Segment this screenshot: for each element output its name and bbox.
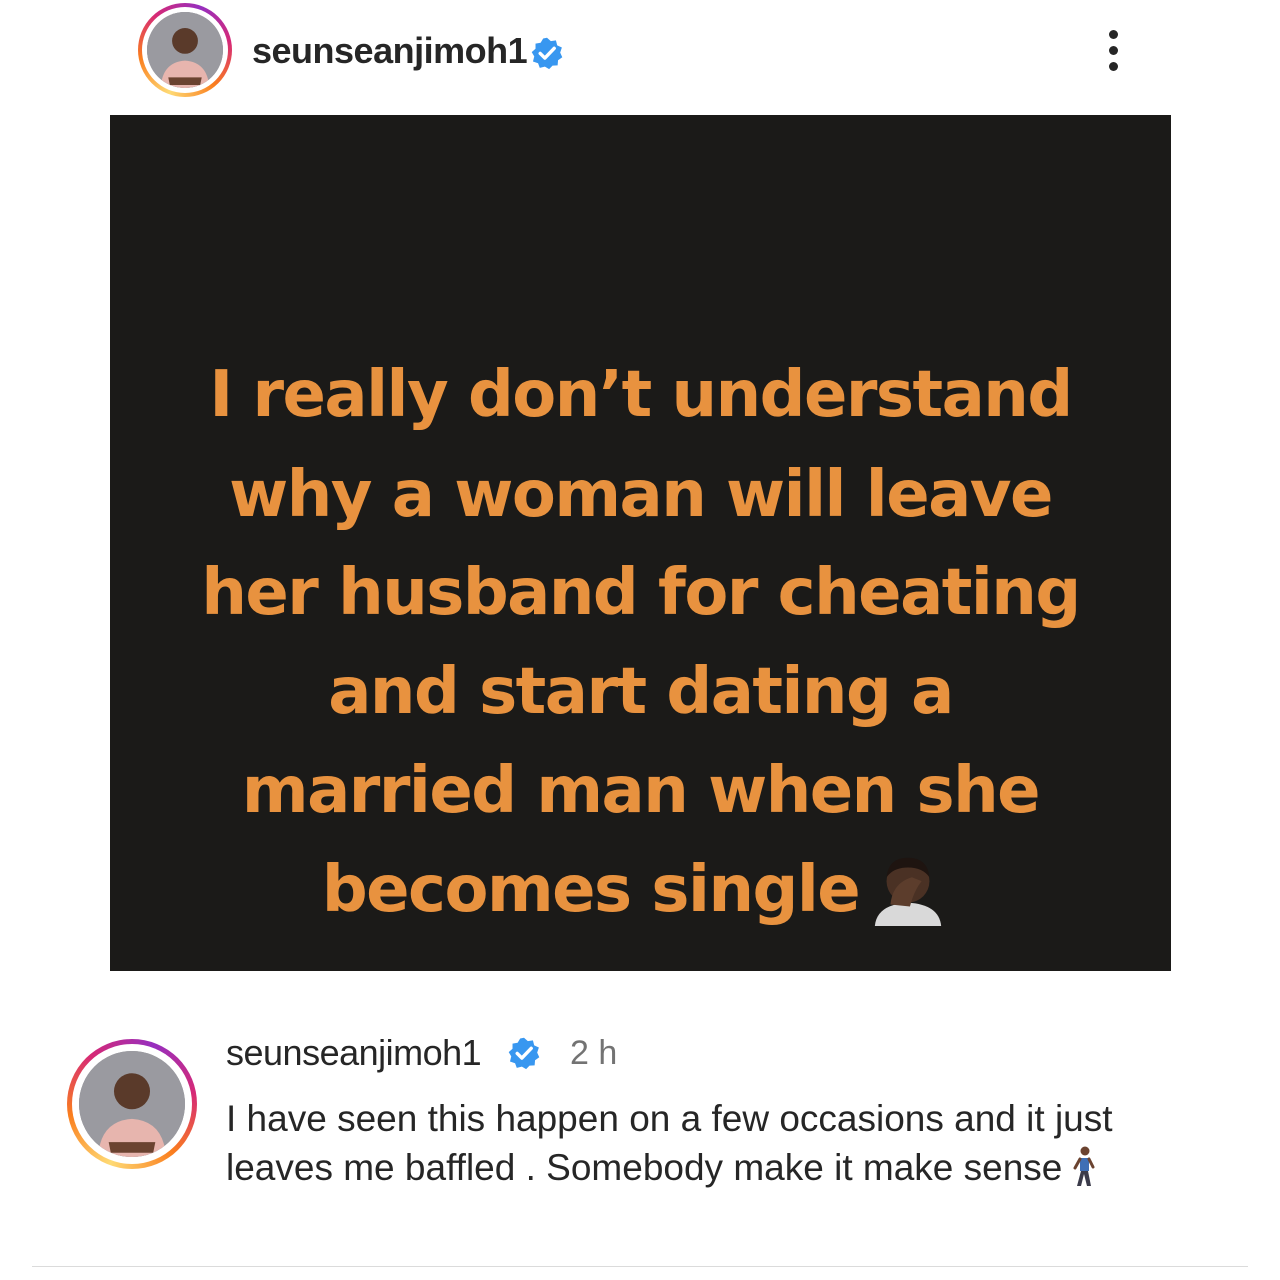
profile-avatar[interactable] — [138, 3, 232, 97]
image-text-line: her husband for cheating — [201, 556, 1081, 630]
image-text-line: why a woman will leave — [229, 458, 1053, 532]
comment-text-block: I have seen this happen on a few occasio… — [226, 1094, 1206, 1192]
facepalm-emoji — [875, 858, 942, 927]
avatar-photo — [79, 1051, 185, 1157]
comment-avatar[interactable] — [67, 1039, 197, 1169]
verified-badge-icon — [531, 37, 563, 70]
divider — [32, 1266, 1248, 1267]
comment-username[interactable]: seunseanjimoh1 — [226, 1032, 482, 1074]
image-text-line: and start dating a — [328, 655, 954, 729]
comment-text: I have seen this happen on a few occasio… — [226, 1098, 1113, 1188]
person-walking-emoji — [1073, 1146, 1095, 1186]
image-text-last-line: becomes single — [104, 853, 1165, 927]
more-options-icon[interactable] — [1096, 26, 1132, 74]
image-text-line: becomes single — [321, 853, 861, 927]
post-username[interactable]: seunseanjimoh1 — [252, 30, 528, 72]
comment-timestamp: 2 h — [570, 1034, 618, 1072]
verified-badge-icon — [508, 1037, 540, 1070]
post-header: seunseanjimoh1 — [0, 0, 1280, 105]
post-image[interactable]: I really don’t understand why a woman wi… — [110, 115, 1171, 971]
image-text-line: I really don’t understand — [209, 358, 1073, 432]
avatar-photo — [147, 12, 223, 88]
image-text-line: married man when she — [241, 754, 1041, 828]
